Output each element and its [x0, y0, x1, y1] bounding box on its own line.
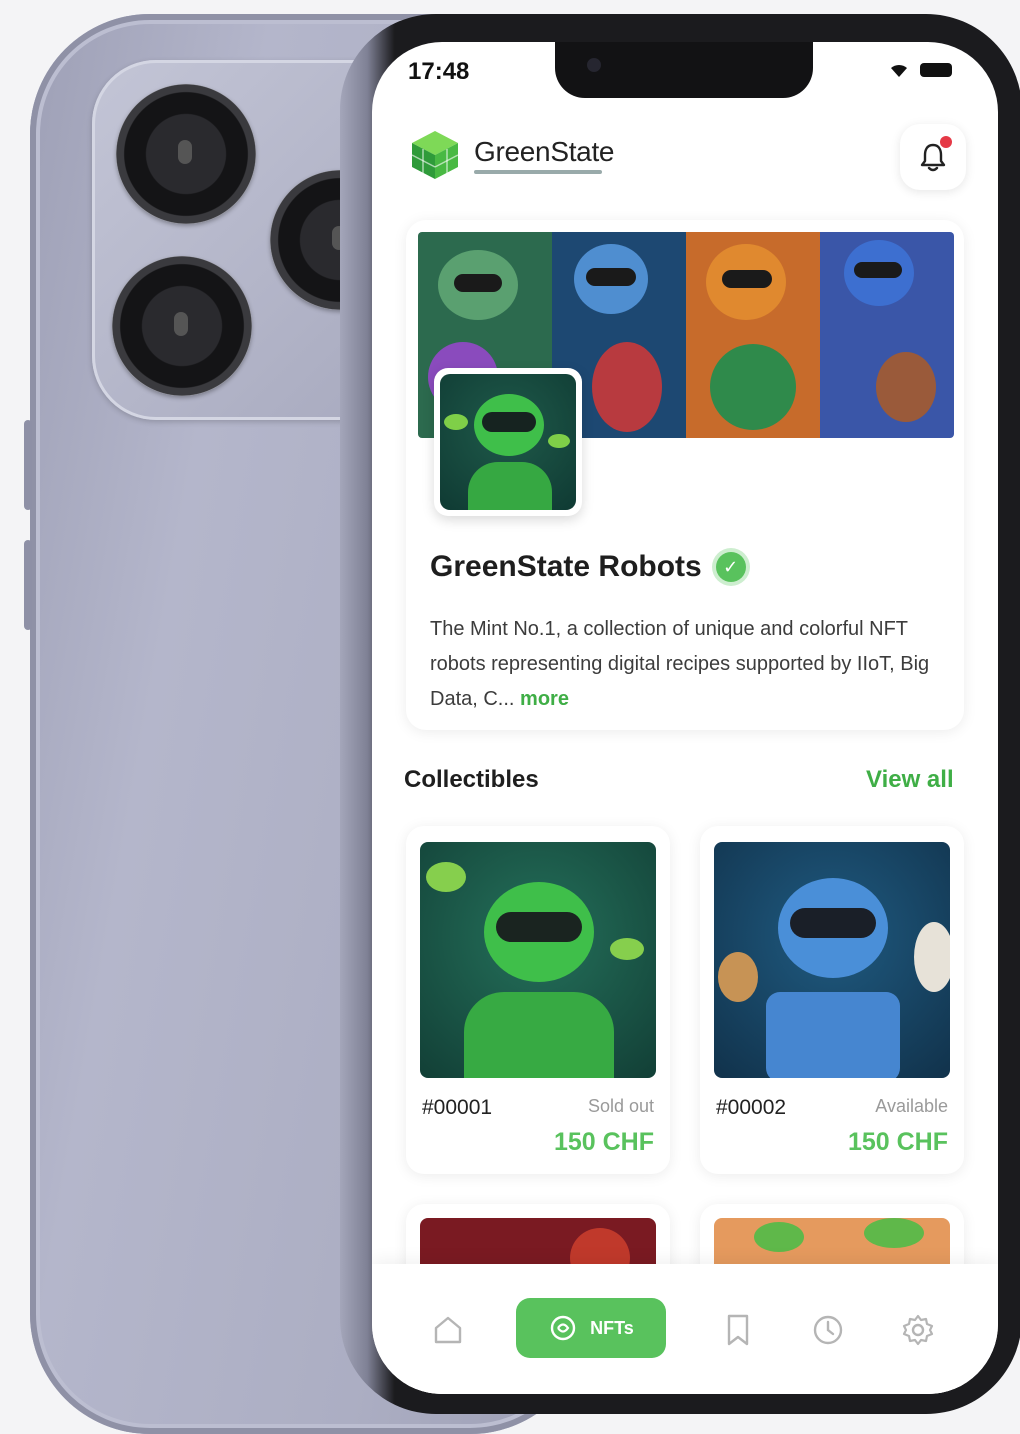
camera-lens: [116, 84, 256, 224]
camera-lens: [112, 256, 252, 396]
collection-card[interactable]: GreenState Robots ✓ The Mint No.1, a col…: [406, 220, 964, 730]
battery-icon: [920, 63, 952, 77]
status-icons: [888, 62, 952, 78]
notification-dot: [940, 136, 952, 148]
app-screen: 17:48 GreenState GreenState Robots ✓ The…: [372, 42, 998, 1394]
clock-icon: [813, 1315, 843, 1345]
collection-title: GreenState Robots ✓: [430, 550, 746, 584]
section-title: Collectibles: [404, 766, 539, 793]
nft-id: #00002: [716, 1096, 787, 1119]
side-button: [24, 420, 32, 510]
nft-card[interactable]: #00002 Available 150 CHF: [700, 826, 964, 1174]
nav-bookmarks[interactable]: [718, 1310, 758, 1350]
brand-name: GreenState: [474, 135, 615, 167]
bottom-nav: NFTs: [372, 1264, 998, 1394]
notifications-button[interactable]: [900, 124, 966, 190]
green-cube-logo-icon: [411, 131, 459, 179]
settings-gear-icon: [902, 1314, 934, 1346]
nft-price: 150 CHF: [553, 1128, 654, 1156]
nft-card[interactable]: #00001 Sold out 150 CHF: [406, 826, 670, 1174]
nft-id: #00001: [422, 1096, 493, 1119]
brand-tagline: [474, 169, 602, 174]
notch: [555, 42, 813, 98]
app-logo[interactable]: GreenState: [408, 128, 615, 182]
nav-nfts[interactable]: NFTs: [516, 1298, 666, 1358]
side-button: [24, 540, 32, 630]
nav-nfts-label: NFTs: [590, 1317, 634, 1338]
nft-status: Available: [875, 1096, 948, 1116]
nav-history[interactable]: [808, 1310, 848, 1350]
view-all-link[interactable]: View all: [866, 766, 954, 794]
collection-description: The Mint No.1, a collection of unique an…: [430, 618, 930, 710]
nft-icon: [550, 1315, 576, 1341]
nft-status: Sold out: [587, 1096, 654, 1116]
home-icon: [434, 1316, 462, 1344]
nft-image: [420, 842, 656, 1078]
nft-price: 150 CHF: [847, 1128, 948, 1156]
more-link[interactable]: more: [520, 688, 569, 710]
nft-image: [714, 842, 950, 1078]
bookmark-icon: [727, 1314, 749, 1346]
wifi-icon: [891, 64, 907, 77]
verified-check-icon: ✓: [715, 552, 746, 582]
status-time: 17:48: [408, 58, 470, 85]
nav-settings[interactable]: [898, 1310, 938, 1350]
collection-avatar: [434, 368, 582, 516]
nav-home[interactable]: [428, 1310, 468, 1350]
